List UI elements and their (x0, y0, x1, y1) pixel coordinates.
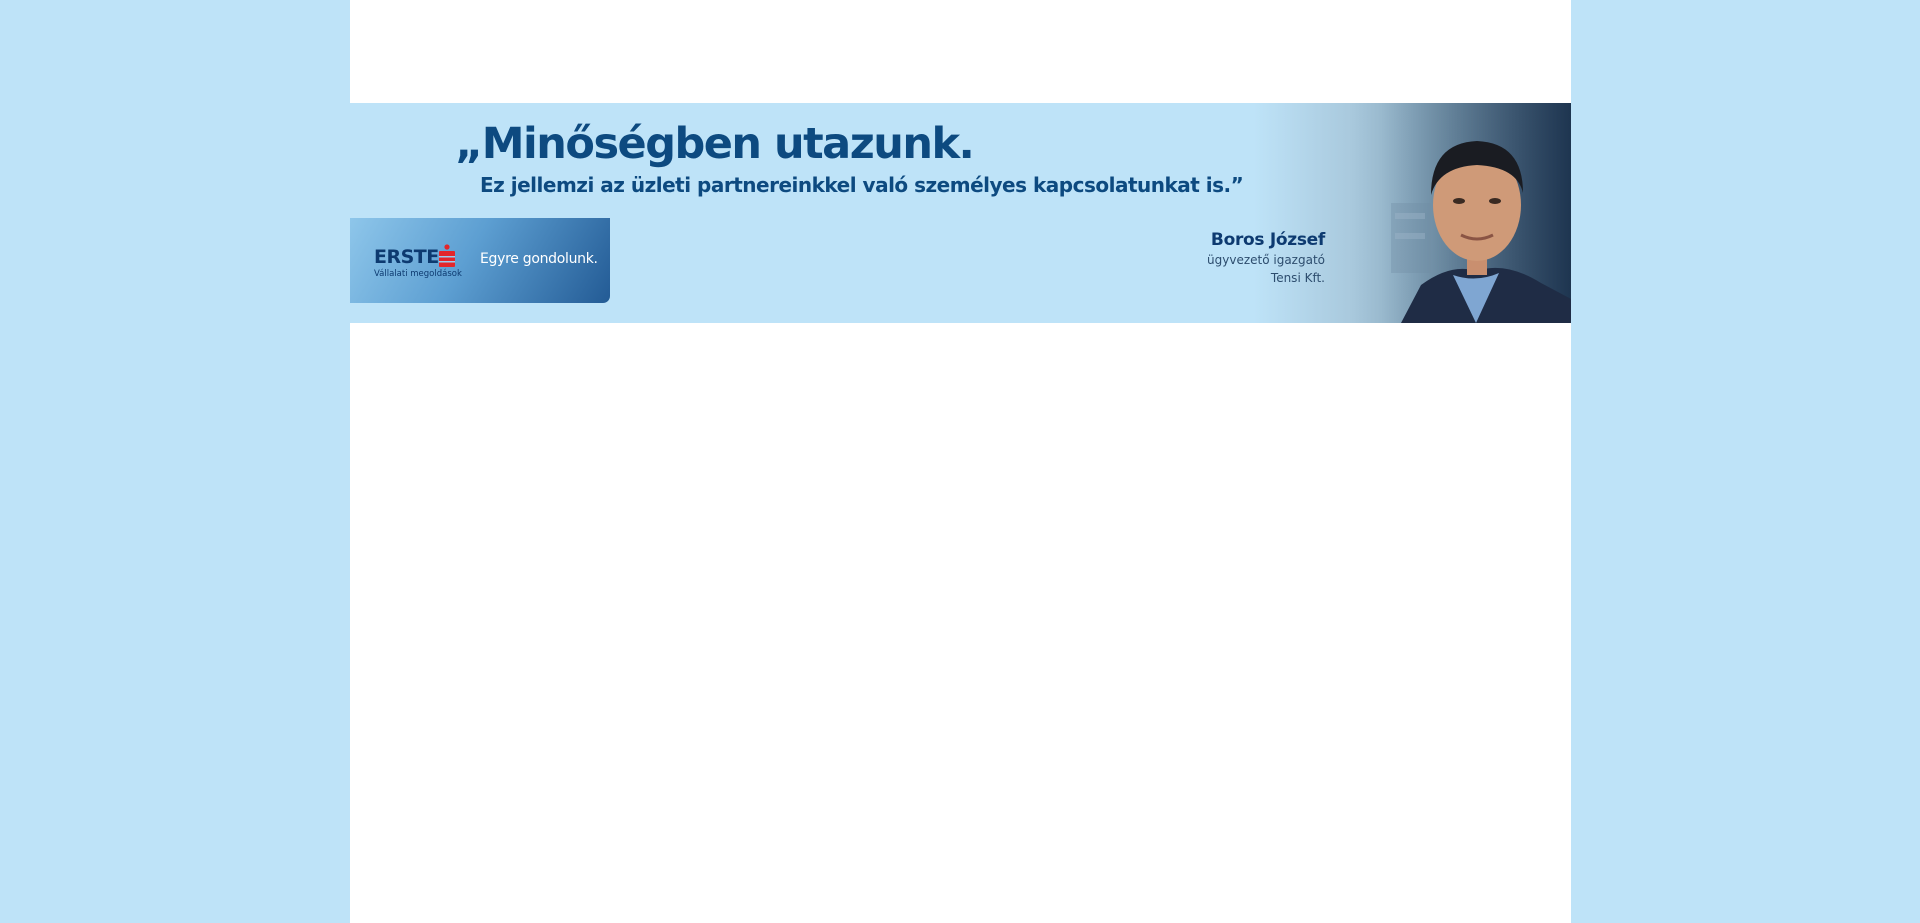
banner-headline: „Minőségben utazunk. (455, 119, 975, 169)
erste-mark-icon (439, 244, 455, 267)
person-name: Boros József (1210, 230, 1325, 250)
testimonial-credits: Boros József ügyvezető igazgató Tensi Kf… (1207, 229, 1325, 287)
ad-banner[interactable]: „Minőségben utazunk. Ez jellemzi az üzle… (350, 103, 1571, 323)
banner-subline: Ez jellemzi az üzleti partnereinkkel val… (480, 173, 1244, 197)
logo-wordmark: ERSTE (374, 246, 439, 268)
brand-box[interactable]: ERSTE Vállalati megoldások Egyre gondolu… (350, 218, 610, 303)
person-photo (1381, 103, 1571, 323)
person-title: ügyvezető igazgató (1207, 253, 1325, 267)
page-container: „Minőségben utazunk. Ez jellemzi az üzle… (350, 0, 1571, 923)
logo-subtitle: Vállalati megoldások (374, 269, 462, 279)
brand-tagline: Egyre gondolunk. (480, 251, 598, 267)
person-company: Tensi Kft. (1270, 271, 1325, 285)
erste-logo[interactable]: ERSTE Vállalati megoldások (374, 244, 462, 284)
